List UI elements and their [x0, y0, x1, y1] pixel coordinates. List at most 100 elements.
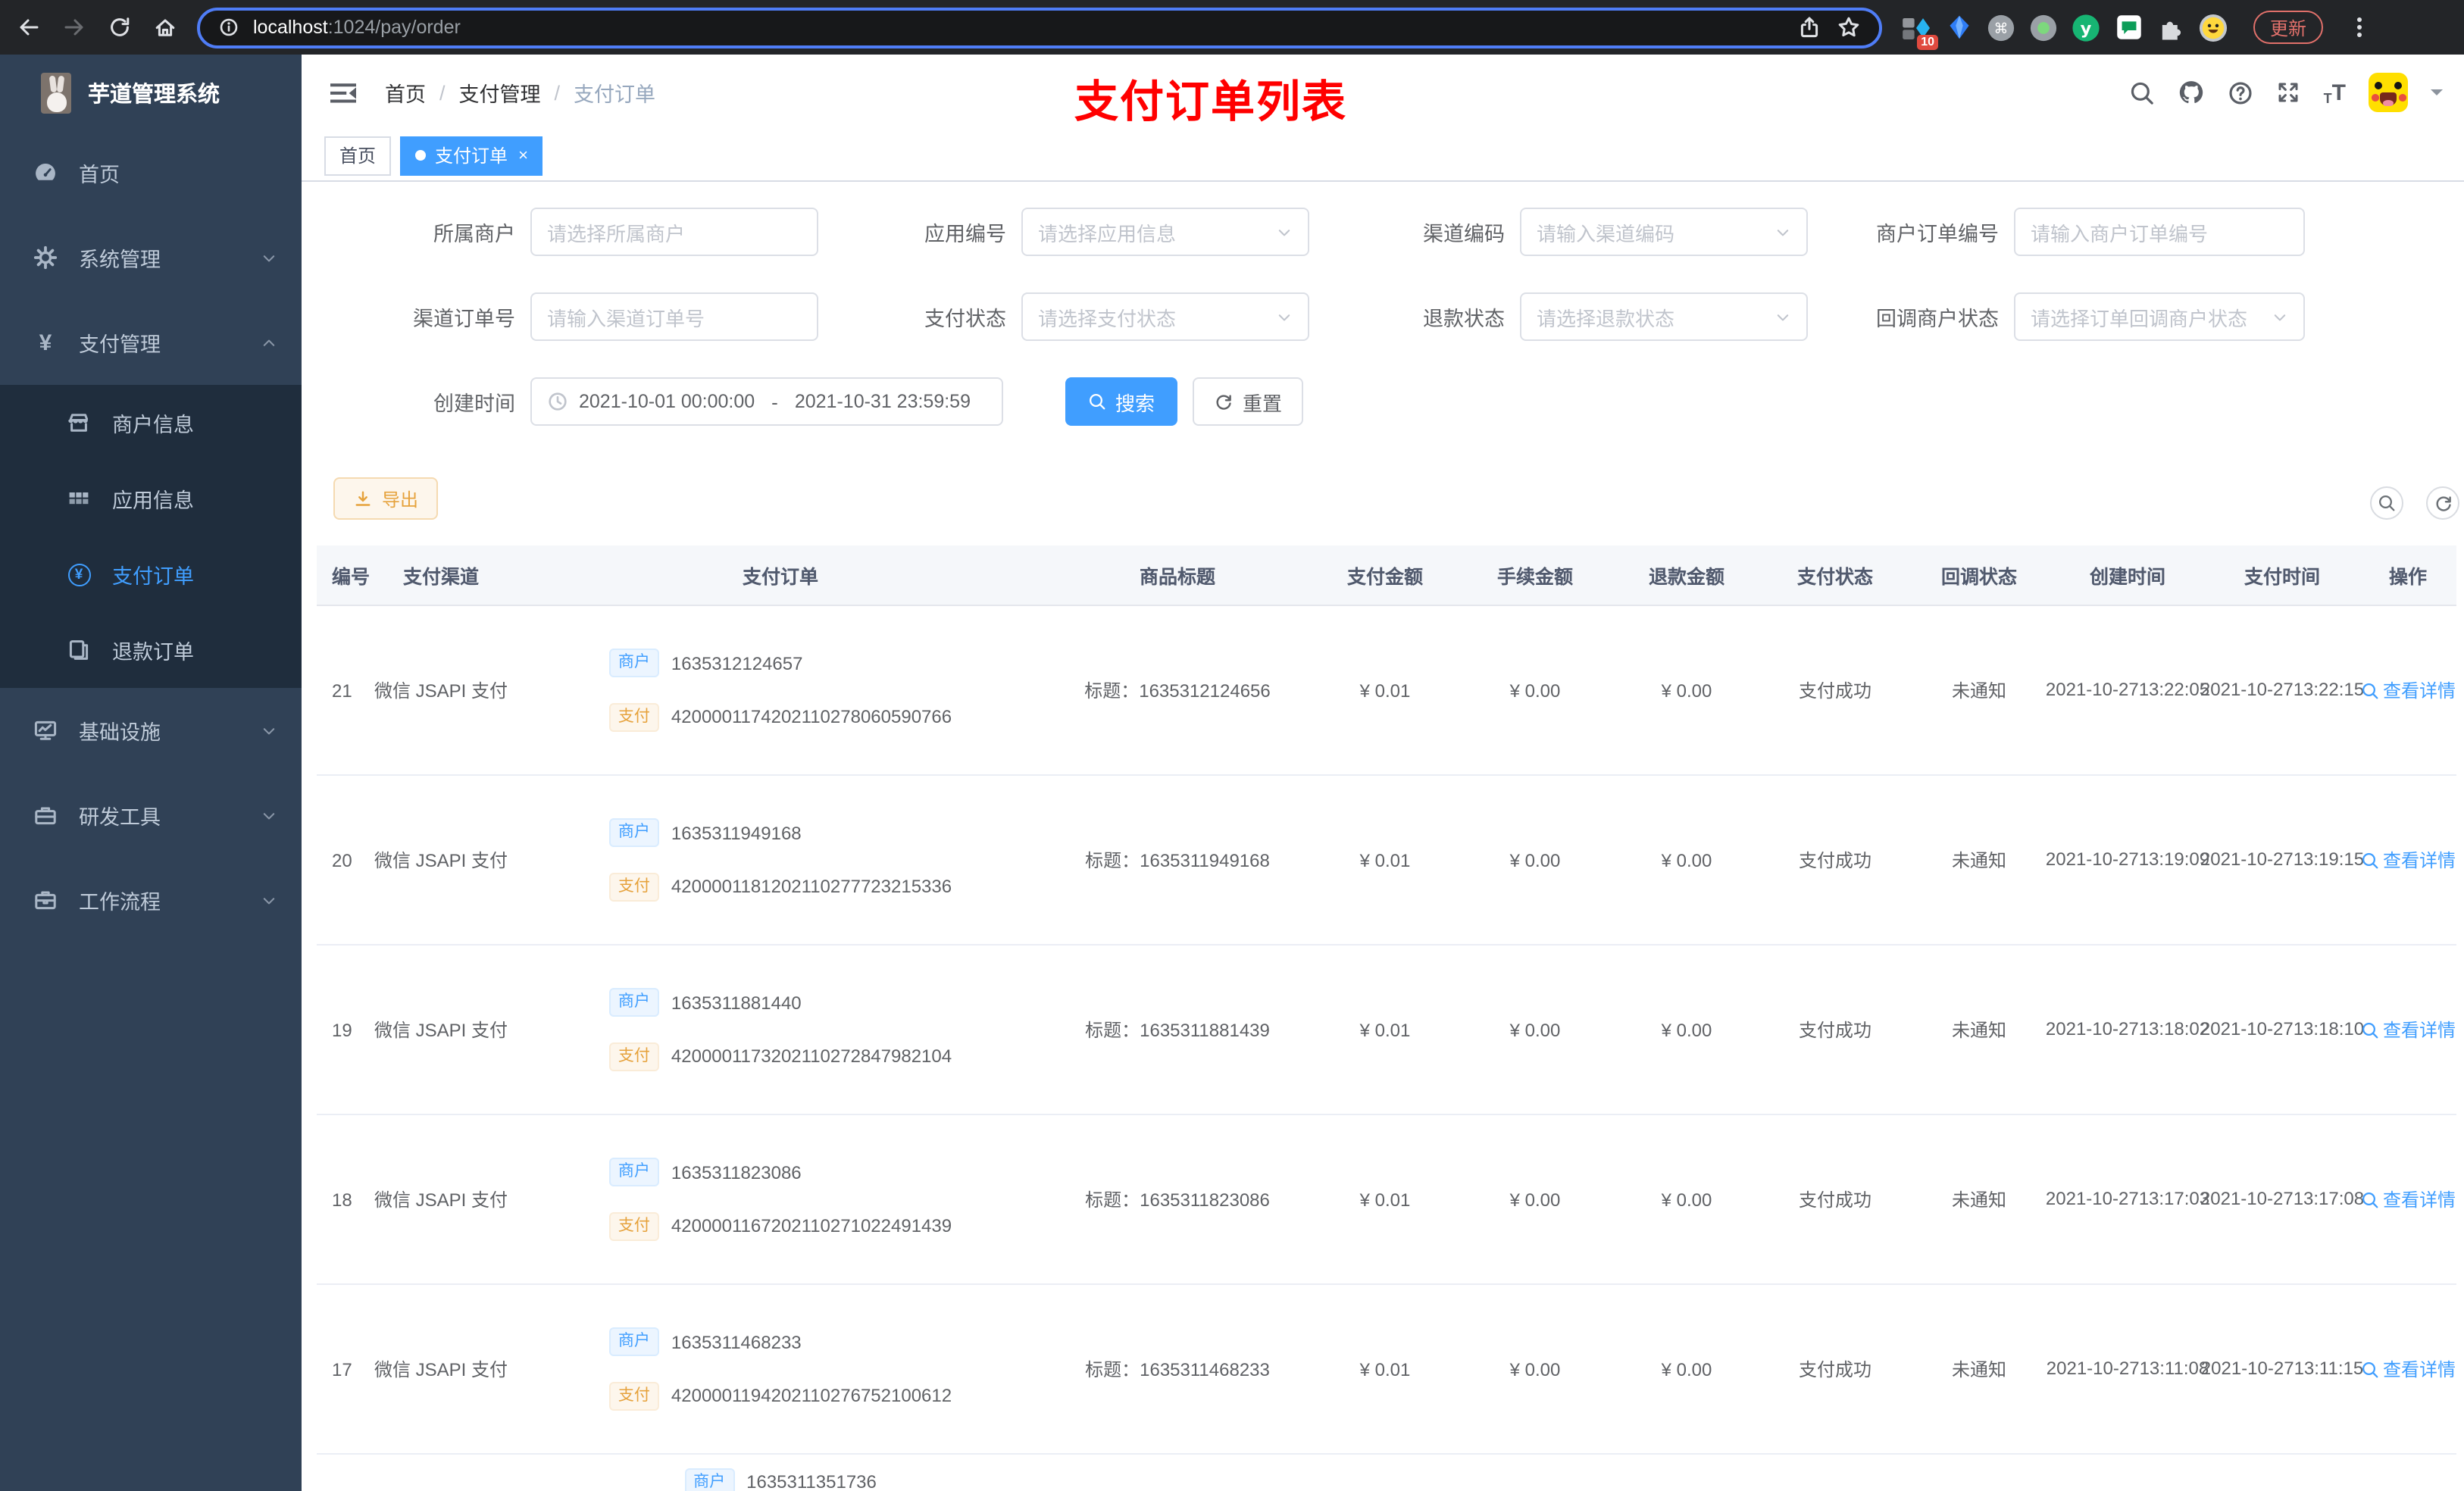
view-detail-link[interactable]: 查看详情	[2360, 1356, 2456, 1382]
input-商户订单编号[interactable]: 请输入商户订单编号	[2014, 208, 2305, 256]
cell-id: 20	[332, 849, 352, 871]
view-detail-link[interactable]: 查看详情	[2360, 1017, 2456, 1042]
select-渠道编码[interactable]: 请输入渠道编码	[1520, 208, 1808, 256]
search-icon	[1088, 392, 1106, 411]
sidebar-item-支付管理[interactable]: ¥ 支付管理	[0, 300, 302, 385]
pay-order-line: 支付 4200001173202110272847982104	[608, 1042, 952, 1071]
yen-icon: ¥	[39, 330, 52, 355]
search-button[interactable]: 搜索	[1065, 377, 1177, 426]
refresh-button[interactable]	[2426, 486, 2459, 520]
cell-actions: 查看详情	[2359, 1017, 2456, 1042]
merchant-tag: 商户	[608, 649, 659, 677]
kite-extension-icon[interactable]	[1944, 13, 1973, 42]
github-icon[interactable]	[2178, 79, 2206, 106]
browser-reload-icon[interactable]	[106, 14, 132, 40]
dashboard-icon	[33, 161, 58, 185]
cell-channel: 微信 JSAPI 支付	[374, 1189, 508, 1211]
tab-label: 首页	[339, 145, 377, 167]
site-info-icon[interactable]	[218, 17, 239, 38]
address-bar[interactable]: localhost:1024/pay/order	[197, 7, 1882, 48]
view-detail-link[interactable]: 查看详情	[2360, 847, 2456, 873]
sidebar-item-工作流程[interactable]: 工作流程	[0, 858, 302, 942]
sidebar-item-系统管理[interactable]: 系统管理	[0, 215, 302, 300]
cell-id: 19	[332, 1019, 352, 1040]
date-line: 2021-10-27	[2045, 1188, 2139, 1209]
select-回调商户状态[interactable]: 请选择订单回调商户状态	[2014, 292, 2305, 341]
placeholder-text: 请输入渠道编码	[1537, 222, 1675, 245]
record-extension-icon[interactable]	[2029, 13, 2058, 42]
field-label: 回调商户状态	[1876, 308, 1999, 330]
select-退款状态[interactable]: 请选择退款状态	[1520, 292, 1808, 341]
fullscreen-icon[interactable]	[2277, 80, 2301, 105]
sidebar-item-label: 首页	[79, 164, 120, 186]
browser-back-icon[interactable]	[15, 14, 41, 40]
cell-notify: 未通知	[1951, 1020, 2006, 1041]
sidebar-item-退款订单[interactable]: 退款订单	[0, 612, 302, 688]
chat-extension-icon[interactable]	[2114, 13, 2143, 42]
help-icon[interactable]	[2228, 80, 2254, 105]
breadcrumb-separator: /	[439, 81, 446, 104]
sidebar-collapse-icon[interactable]	[330, 80, 356, 105]
tab-首页[interactable]: 首页	[324, 136, 392, 175]
cell-pay-time: 2021-10-27 13:18:10	[2200, 1015, 2364, 1044]
svg-text:⌘: ⌘	[1994, 20, 2009, 36]
cell-pay-time: 2021-10-27 13:22:15	[2200, 676, 2364, 705]
input-渠道订单号[interactable]: 请输入渠道订单号	[530, 292, 818, 341]
sidebar-item-研发工具[interactable]: 研发工具	[0, 773, 302, 858]
puzzle-extension-icon[interactable]	[2156, 13, 2185, 42]
emoji-extension-icon[interactable]	[2199, 13, 2228, 42]
breadcrumb-item[interactable]: 支付管理	[459, 77, 541, 108]
view-detail-link[interactable]: 查看详情	[2360, 677, 2456, 703]
tab-支付订单[interactable]: 支付订单 ×	[400, 136, 543, 175]
search-icon[interactable]	[2130, 80, 2156, 105]
sidebar-item-支付订单[interactable]: ¥ 支付订单	[0, 536, 302, 612]
export-button[interactable]: 导出	[333, 477, 439, 520]
reset-button[interactable]: 重置	[1193, 377, 1303, 426]
search-icon	[2378, 494, 2396, 512]
browser-home-icon[interactable]	[152, 14, 177, 40]
column-header-创建时间: 创建时间	[2089, 567, 2165, 588]
browser-update-button[interactable]: 更新	[2253, 11, 2324, 44]
share-icon[interactable]	[1796, 14, 1821, 40]
cell-channel: 微信 JSAPI 支付	[374, 680, 508, 702]
command-extension-icon[interactable]: ⌘	[1987, 13, 2015, 42]
date-range-input[interactable]: 2021-10-01 00:00:00 - 2021-10-31 23:59:5…	[530, 377, 1003, 426]
select-应用编号[interactable]: 请选择应用信息	[1021, 208, 1309, 256]
cell-status: 支付成功	[1798, 850, 1871, 871]
toolbox-icon	[33, 803, 58, 827]
fontsize-icon[interactable]: TT	[2324, 80, 2346, 105]
user-avatar[interactable]	[2369, 73, 2408, 112]
sketch-extension-icon[interactable]: 10	[1902, 13, 1938, 49]
cell-amount: ¥ 0.01	[1359, 680, 1411, 701]
merchant-order-line: 商户 1635311881440	[608, 988, 952, 1017]
filter-field-支付状态: 支付状态 请选择支付状态	[794, 292, 1309, 341]
cell-status: 支付成功	[1798, 1020, 1871, 1041]
sidebar-menu: 首页系统管理 ¥ 支付管理 商户信息 应用信息 ¥ 支付订单 退款订单 基础设施 研发工具 工作流程	[0, 130, 302, 942]
sidebar-item-商户信息[interactable]: 商户信息	[0, 385, 302, 461]
sidebar-item-基础设施[interactable]: 基础设施	[0, 688, 302, 773]
yuque-extension-icon[interactable]: y	[2072, 13, 2100, 42]
bookmark-star-icon[interactable]	[1835, 14, 1861, 40]
tab-close-icon[interactable]: ×	[518, 146, 528, 164]
sidebar-item-首页[interactable]: 首页	[0, 130, 302, 215]
chevron-down-icon	[2272, 308, 2288, 325]
pay-tag: 支付	[608, 1382, 659, 1411]
table-row: 21 微信 JSAPI 支付 商户 1635312124657 支付 4200001174…	[317, 606, 2456, 776]
sidebar-item-应用信息[interactable]: 应用信息	[0, 461, 302, 536]
browser-menu-icon[interactable]	[2346, 14, 2372, 40]
browser-forward-icon[interactable]	[61, 14, 86, 40]
cell-channel: 微信 JSAPI 支付	[374, 850, 508, 871]
cell-actions: 查看详情	[2359, 1356, 2456, 1382]
breadcrumb-item: 支付订单	[574, 83, 656, 106]
breadcrumb-item[interactable]: 首页	[385, 77, 426, 108]
select-支付状态[interactable]: 请选择支付状态	[1021, 292, 1309, 341]
show-search-toggle-button[interactable]	[2370, 486, 2403, 520]
input-所属商户[interactable]: 请选择所属商户	[530, 208, 818, 256]
pay-order-line: 支付 4200001174202110278060590766	[608, 703, 952, 732]
filter-field-渠道编码: 渠道编码 请输入渠道编码	[1293, 208, 1808, 256]
sidebar-item-label: 系统管理	[79, 248, 161, 271]
pay-order-line: 支付 4200001167202110271022491439	[608, 1212, 952, 1241]
caret-down-icon[interactable]	[2431, 89, 2443, 102]
view-detail-link[interactable]: 查看详情	[2360, 1186, 2456, 1212]
column-header-支付渠道: 支付渠道	[402, 567, 479, 588]
